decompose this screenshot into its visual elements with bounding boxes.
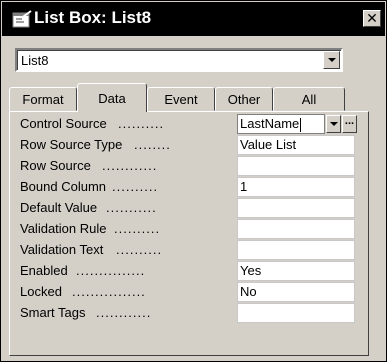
window-title: List Box: List8: [34, 8, 152, 27]
leader-dots: ........: [134, 137, 171, 152]
tab-other[interactable]: Other: [215, 87, 273, 111]
object-selector-value: List8: [21, 53, 49, 68]
properties-panel: Control Source .......... LastName ... R…: [9, 111, 369, 356]
property-sheet-window: List Box: List8 ✕ List8 Format Data Even…: [0, 0, 387, 362]
text-cursor: [300, 117, 302, 132]
property-row-default-value[interactable]: Default Value ...........: [10, 198, 370, 219]
leader-dots: ............: [96, 305, 152, 320]
property-label: Locked: [20, 284, 62, 299]
leader-dots: ............: [102, 158, 158, 173]
validation-text-field[interactable]: [237, 240, 355, 260]
property-value: LastName: [240, 116, 300, 131]
property-label: Smart Tags: [20, 305, 86, 320]
leader-dots: ..........: [112, 179, 159, 194]
locked-field[interactable]: No: [237, 282, 355, 302]
tab-all[interactable]: All: [273, 87, 345, 111]
leader-dots: ..........: [118, 116, 165, 131]
property-label: Enabled: [20, 263, 68, 278]
tab-format[interactable]: Format: [9, 87, 77, 111]
close-button[interactable]: ✕: [363, 10, 381, 27]
close-icon: ✕: [366, 10, 378, 26]
property-row-smart-tags[interactable]: Smart Tags ............: [10, 303, 370, 324]
leader-dots: ...............: [76, 263, 146, 278]
row-source-type-field[interactable]: Value List: [237, 135, 355, 155]
tab-data[interactable]: Data: [77, 83, 147, 112]
leader-dots: ...........: [106, 200, 157, 215]
control-source-field[interactable]: LastName: [237, 114, 325, 134]
property-row-control-source[interactable]: Control Source .......... LastName ...: [10, 114, 370, 135]
control-source-dropdown-button[interactable]: [326, 115, 341, 133]
property-row-validation-text[interactable]: Validation Text ..........: [10, 240, 370, 261]
validation-rule-field[interactable]: [237, 219, 355, 239]
title-bar[interactable]: List Box: List8 ✕: [2, 2, 385, 36]
property-label: Row Source Type: [20, 137, 123, 152]
tab-event[interactable]: Event: [147, 87, 215, 111]
chevron-down-icon: [330, 122, 338, 126]
property-label: Default Value: [20, 200, 98, 215]
property-row-row-source[interactable]: Row Source ............: [10, 156, 370, 177]
property-row-validation-rule[interactable]: Validation Rule ..........: [10, 219, 370, 240]
object-selector-dropdown[interactable]: List8: [15, 48, 343, 72]
property-row-enabled[interactable]: Enabled ............... Yes: [10, 261, 370, 282]
leader-dots: ................: [72, 284, 146, 299]
tab-strip: Format Data Event Other All: [1, 81, 387, 112]
bound-column-field[interactable]: 1: [237, 177, 355, 197]
dropdown-button[interactable]: [323, 51, 340, 69]
default-value-field[interactable]: [237, 198, 355, 218]
leader-dots: ..........: [114, 221, 161, 236]
enabled-field[interactable]: Yes: [237, 261, 355, 281]
property-label: Validation Rule: [20, 221, 107, 236]
property-row-row-source-type[interactable]: Row Source Type ........ Value List: [10, 135, 370, 156]
property-label: Row Source: [20, 158, 91, 173]
property-row-locked[interactable]: Locked ................ No: [10, 282, 370, 303]
chevron-down-icon: [328, 58, 336, 62]
property-sheet-icon: [12, 10, 32, 28]
property-label: Control Source: [20, 116, 107, 131]
leader-dots: ..........: [116, 242, 163, 257]
property-label: Validation Text: [20, 242, 104, 257]
smart-tags-field[interactable]: [237, 303, 355, 323]
property-row-bound-column[interactable]: Bound Column .......... 1: [10, 177, 370, 198]
row-source-field[interactable]: [237, 156, 355, 176]
property-label: Bound Column: [20, 179, 106, 194]
builder-button[interactable]: ...: [342, 115, 357, 133]
